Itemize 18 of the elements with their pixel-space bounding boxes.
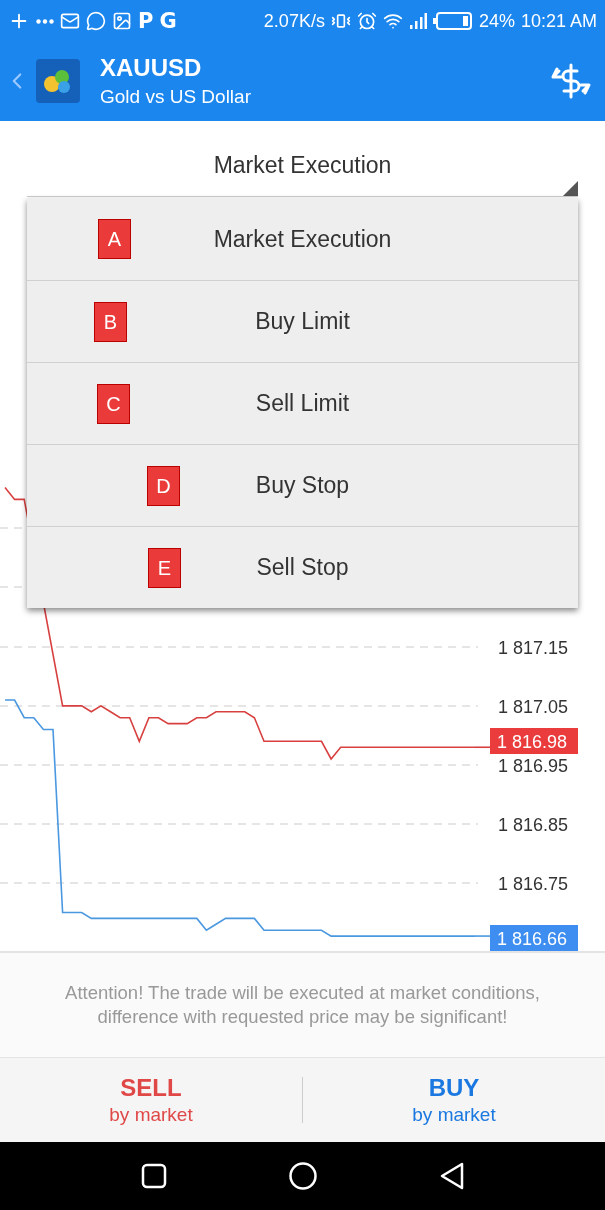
- app-glyph: P: [138, 9, 154, 33]
- annotation-marker: A: [98, 219, 131, 259]
- annotation-marker: D: [147, 466, 180, 506]
- price-label: 1 816.75: [498, 873, 569, 894]
- warning-message: Attention! The trade will be executed at market conditions, difference with requested price may be significant!: [0, 952, 605, 1058]
- clock: 10:21 AM: [520, 10, 597, 32]
- price-label: 1 816.85: [498, 814, 569, 835]
- battery-percent: 24%: [478, 10, 515, 32]
- annotation-marker: B: [94, 302, 127, 342]
- annotation-marker: C: [97, 384, 130, 424]
- symbol-title: XAUUSD: [100, 54, 203, 82]
- price-label: 1 817.05: [498, 696, 569, 717]
- network-speed: 2.07K/s: [263, 10, 325, 32]
- symbol-description: Gold vs US Dollar: [100, 86, 251, 108]
- annotation-marker: E: [148, 548, 181, 588]
- price-label: 1 816.95: [498, 755, 569, 776]
- price-label: 1 817.15: [498, 637, 569, 658]
- app-glyph: G: [159, 9, 177, 33]
